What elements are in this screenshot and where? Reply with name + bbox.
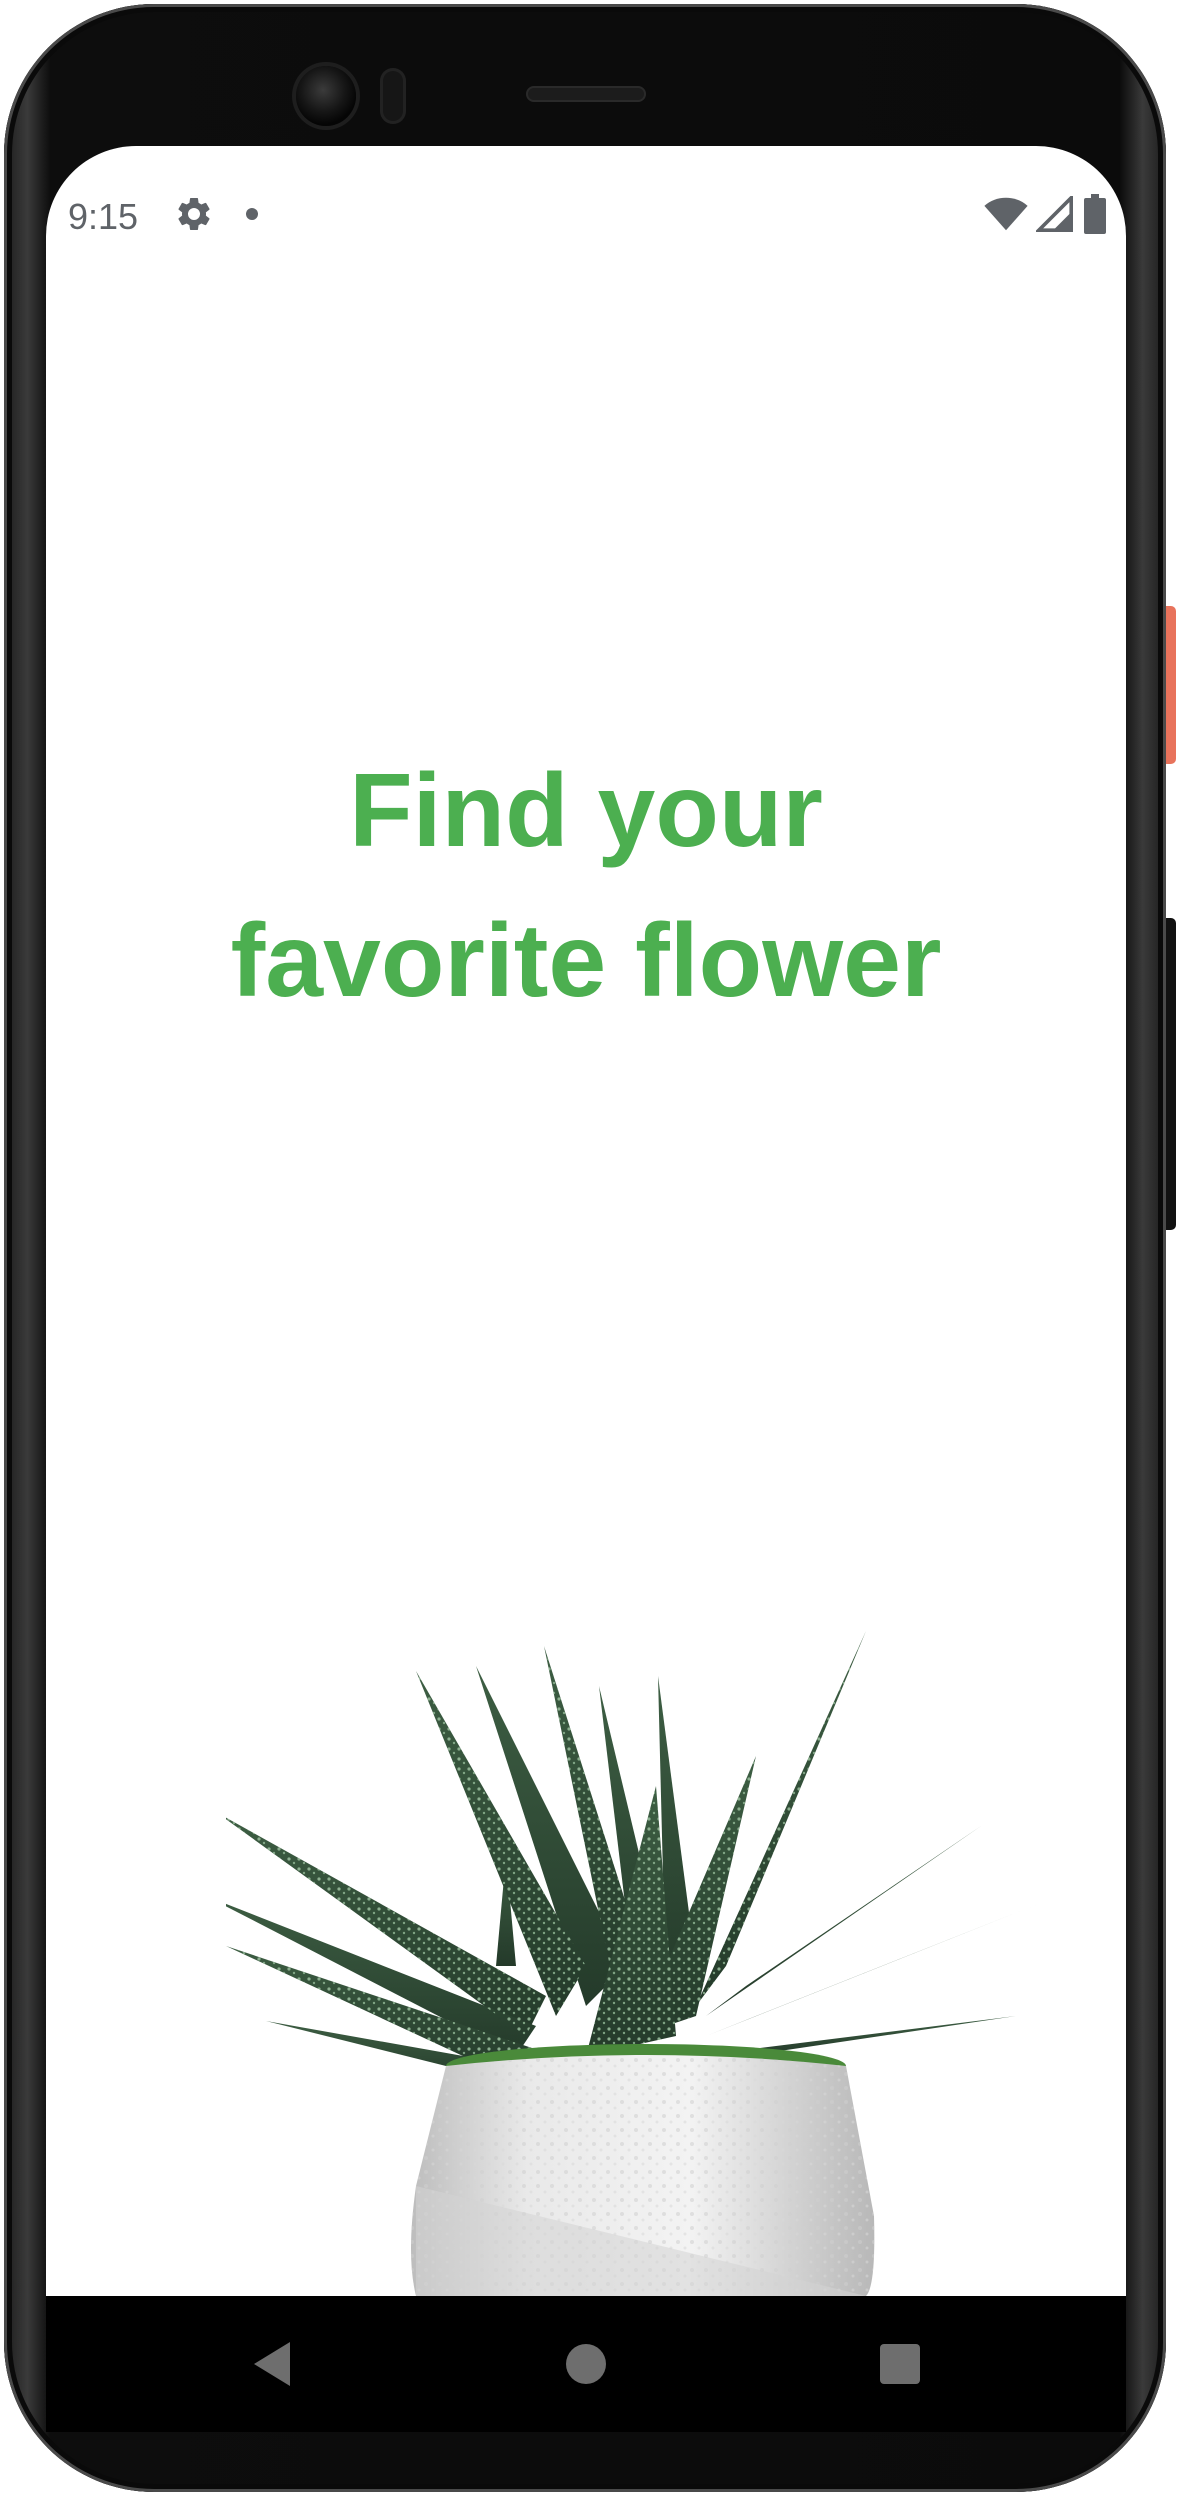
status-bar: 9:15 [46, 146, 1126, 266]
app-screen: 9:15 Find your favorite flower [46, 146, 1126, 2296]
navigation-bar [46, 2296, 1126, 2432]
wifi-icon [984, 197, 1028, 231]
status-time: 9:15 [68, 196, 139, 237]
cellular-signal-icon [1036, 196, 1073, 232]
front-camera [296, 66, 356, 126]
battery-icon [1084, 194, 1106, 234]
back-button[interactable] [234, 2326, 310, 2402]
back-icon [254, 2342, 290, 2386]
succulent-plant-image [226, 1631, 1038, 2296]
notification-dot-icon [246, 208, 258, 220]
home-icon [566, 2344, 606, 2384]
proximity-sensor [380, 68, 406, 124]
recents-icon [880, 2344, 920, 2384]
device-frame: 9:15 Find your favorite flower [0, 0, 1178, 2498]
recents-button[interactable] [862, 2326, 938, 2402]
power-button [1166, 606, 1176, 764]
page-title: Find your favorite flower [46, 736, 1126, 1036]
volume-button [1166, 918, 1176, 1230]
status-right-icons [984, 194, 1108, 234]
title-line-2: favorite flower [230, 903, 942, 1019]
title-line-1: Find your [349, 753, 823, 869]
earpiece-speaker [526, 86, 646, 102]
home-button[interactable] [548, 2326, 624, 2402]
gear-icon [178, 197, 210, 230]
